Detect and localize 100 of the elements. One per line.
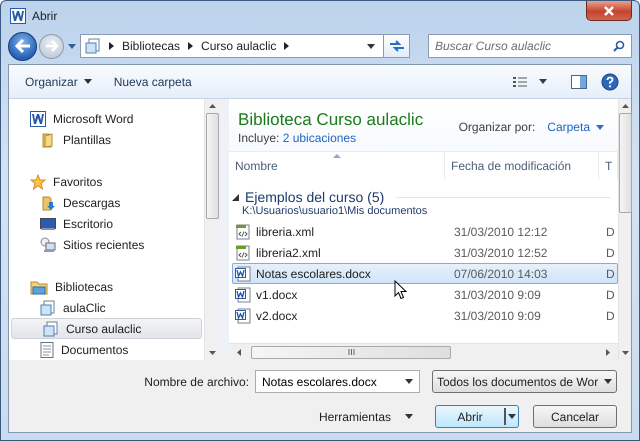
sidebar-item[interactable]: Microsoft Word	[9, 108, 204, 129]
back-button[interactable]	[8, 32, 37, 60]
table-cell-text: D	[605, 246, 616, 260]
dropdown-arrow-icon[interactable]	[539, 79, 547, 84]
recent-places-icon	[40, 236, 56, 252]
chevron-icon[interactable]	[284, 42, 290, 50]
sidebar-item[interactable]: aulaClic	[9, 297, 204, 318]
scroll-up-arrow-icon[interactable]	[622, 104, 628, 108]
arrange-by-dropdown[interactable]: Carpeta	[543, 118, 608, 136]
chevron-icon[interactable]	[188, 42, 194, 50]
caret-icon	[596, 124, 604, 130]
library-icon	[43, 320, 59, 336]
dropdown-arrow-icon	[508, 414, 516, 419]
caret-icon	[405, 414, 413, 419]
modified-date: 31/03/2010 9:09	[453, 308, 542, 322]
modified-date: 31/03/2010 12:52	[453, 246, 548, 260]
breadcrumb[interactable]: Curso aulaclic	[201, 39, 276, 53]
search-field[interactable]: Buscar Curso aulaclic	[428, 34, 632, 58]
address-bar[interactable]: Bibliotecas Curso aulaclic	[80, 34, 384, 58]
xml-file-icon	[235, 224, 251, 240]
scroll-down-arrow-icon[interactable]	[622, 351, 628, 355]
grip-icon	[348, 349, 354, 355]
modified-date: 31/03/2010 9:09	[453, 288, 542, 302]
scroll-up-arrow-icon[interactable]	[209, 104, 216, 108]
file-name: libreria2.xml	[256, 246, 321, 260]
forward-arrow-icon	[44, 40, 58, 52]
cancel-button[interactable]: Cancelar	[533, 405, 617, 428]
libraries-icon	[30, 278, 48, 294]
file-row[interactable]: v1.docx 31/03/2010 9:09 D	[232, 284, 618, 305]
document-icon	[40, 342, 54, 358]
chevron-icon[interactable]	[109, 42, 114, 50]
preview-pane-button[interactable]	[569, 72, 589, 90]
sidebar-item[interactable]: Escritorio	[9, 213, 204, 234]
tools-dropdown[interactable]: Herramientas	[312, 408, 419, 424]
dropdown-arrow-icon	[604, 379, 612, 384]
scroll-left-arrow-icon[interactable]	[237, 348, 241, 356]
caret-icon	[84, 79, 92, 84]
file-row[interactable]: libreria.xml 31/03/2010 12:12 D	[232, 221, 618, 242]
window-title: Abrir	[32, 8, 58, 22]
file-row[interactable]: v2.docx 31/03/2010 9:09 D	[232, 305, 618, 326]
scrollbar-thumb[interactable]	[206, 113, 219, 219]
dropdown-arrow-icon[interactable]	[367, 44, 375, 48]
word-document-icon	[235, 308, 251, 324]
sidebar-item[interactable]: Curso aulaclic	[11, 318, 202, 339]
file-name-label: Nombre de archivo:	[144, 374, 249, 388]
scroll-down-arrow-icon[interactable]	[209, 351, 216, 355]
organize-button[interactable]: Organizar	[19, 70, 98, 92]
file-name-field[interactable]: Notas escolares.docx	[255, 370, 420, 393]
list-view-icon	[513, 76, 527, 88]
word-document-icon	[235, 266, 251, 282]
word-icon	[10, 8, 26, 24]
table-cell-text: D	[605, 288, 616, 302]
column-header[interactable]: Fecha de modificación	[445, 152, 599, 179]
sidebar-item[interactable]: Descargas	[9, 192, 204, 213]
table-cell-text: D	[605, 308, 616, 322]
scrollbar-thumb[interactable]	[618, 113, 632, 213]
back-arrow-icon	[14, 39, 30, 53]
sidebar-item[interactable]: Documentos	[9, 339, 204, 360]
breadcrumb[interactable]: Bibliotecas	[122, 39, 180, 53]
word-icon	[30, 110, 46, 126]
modified-date: 07/06/2010 14:03	[453, 266, 548, 280]
library-title: Biblioteca Curso aulaclic	[238, 110, 424, 130]
expander-icon[interactable]	[232, 194, 239, 200]
file-row[interactable]: libreria2.xml 31/03/2010 12:52 D	[232, 242, 618, 263]
library-icon	[40, 300, 56, 316]
file-type-dropdown[interactable]: Todos los documentos de Wor	[432, 370, 617, 393]
open-button[interactable]: Abrir	[435, 405, 519, 428]
sidebar-item[interactable]: Favoritos	[9, 171, 204, 192]
refresh-icon	[388, 39, 404, 53]
xml-file-icon	[235, 244, 251, 260]
file-name: libreria.xml	[256, 224, 314, 238]
file-name: Notas escolares.docx	[256, 266, 371, 280]
help-button[interactable]	[599, 70, 621, 92]
modified-date: 31/03/2010 12:12	[453, 224, 548, 238]
download-folder-icon	[40, 194, 56, 210]
desktop-icon	[40, 216, 56, 230]
refresh-button[interactable]	[384, 34, 410, 58]
star-icon	[30, 174, 46, 190]
sidebar-item[interactable]: Bibliotecas	[9, 276, 204, 297]
file-name: v2.docx	[256, 308, 298, 322]
word-document-icon	[235, 286, 251, 302]
file-name: v1.docx	[256, 288, 298, 302]
dropdown-arrow-icon[interactable]	[405, 379, 413, 384]
column-header[interactable]: Nombre	[229, 152, 445, 179]
mouse-pointer-icon	[394, 280, 407, 300]
table-cell-text: D	[605, 266, 616, 280]
scroll-right-arrow-icon[interactable]	[606, 348, 610, 356]
sidebar-item[interactable]: Sitios recientes	[9, 234, 204, 255]
help-icon	[601, 72, 619, 90]
arrange-by-label: Organizar por:	[458, 120, 536, 134]
scrollbar-thumb[interactable]	[251, 346, 451, 358]
search-icon	[613, 40, 625, 52]
sidebar-item[interactable]: Plantillas	[9, 129, 204, 150]
includes-label: Incluye:	[238, 130, 280, 144]
locations-link[interactable]: 2 ubicaciones	[282, 130, 356, 144]
group-path: K:\Usuarios\usuario1\Mis documentos	[241, 205, 428, 217]
new-folder-button[interactable]: Nueva carpeta	[108, 70, 198, 92]
file-row[interactable]: Notas escolares.docx 07/06/2010 14:03 D	[232, 263, 618, 284]
close-button[interactable]	[586, 1, 632, 21]
group-title[interactable]: Ejemplos del curso (5)	[245, 189, 384, 205]
